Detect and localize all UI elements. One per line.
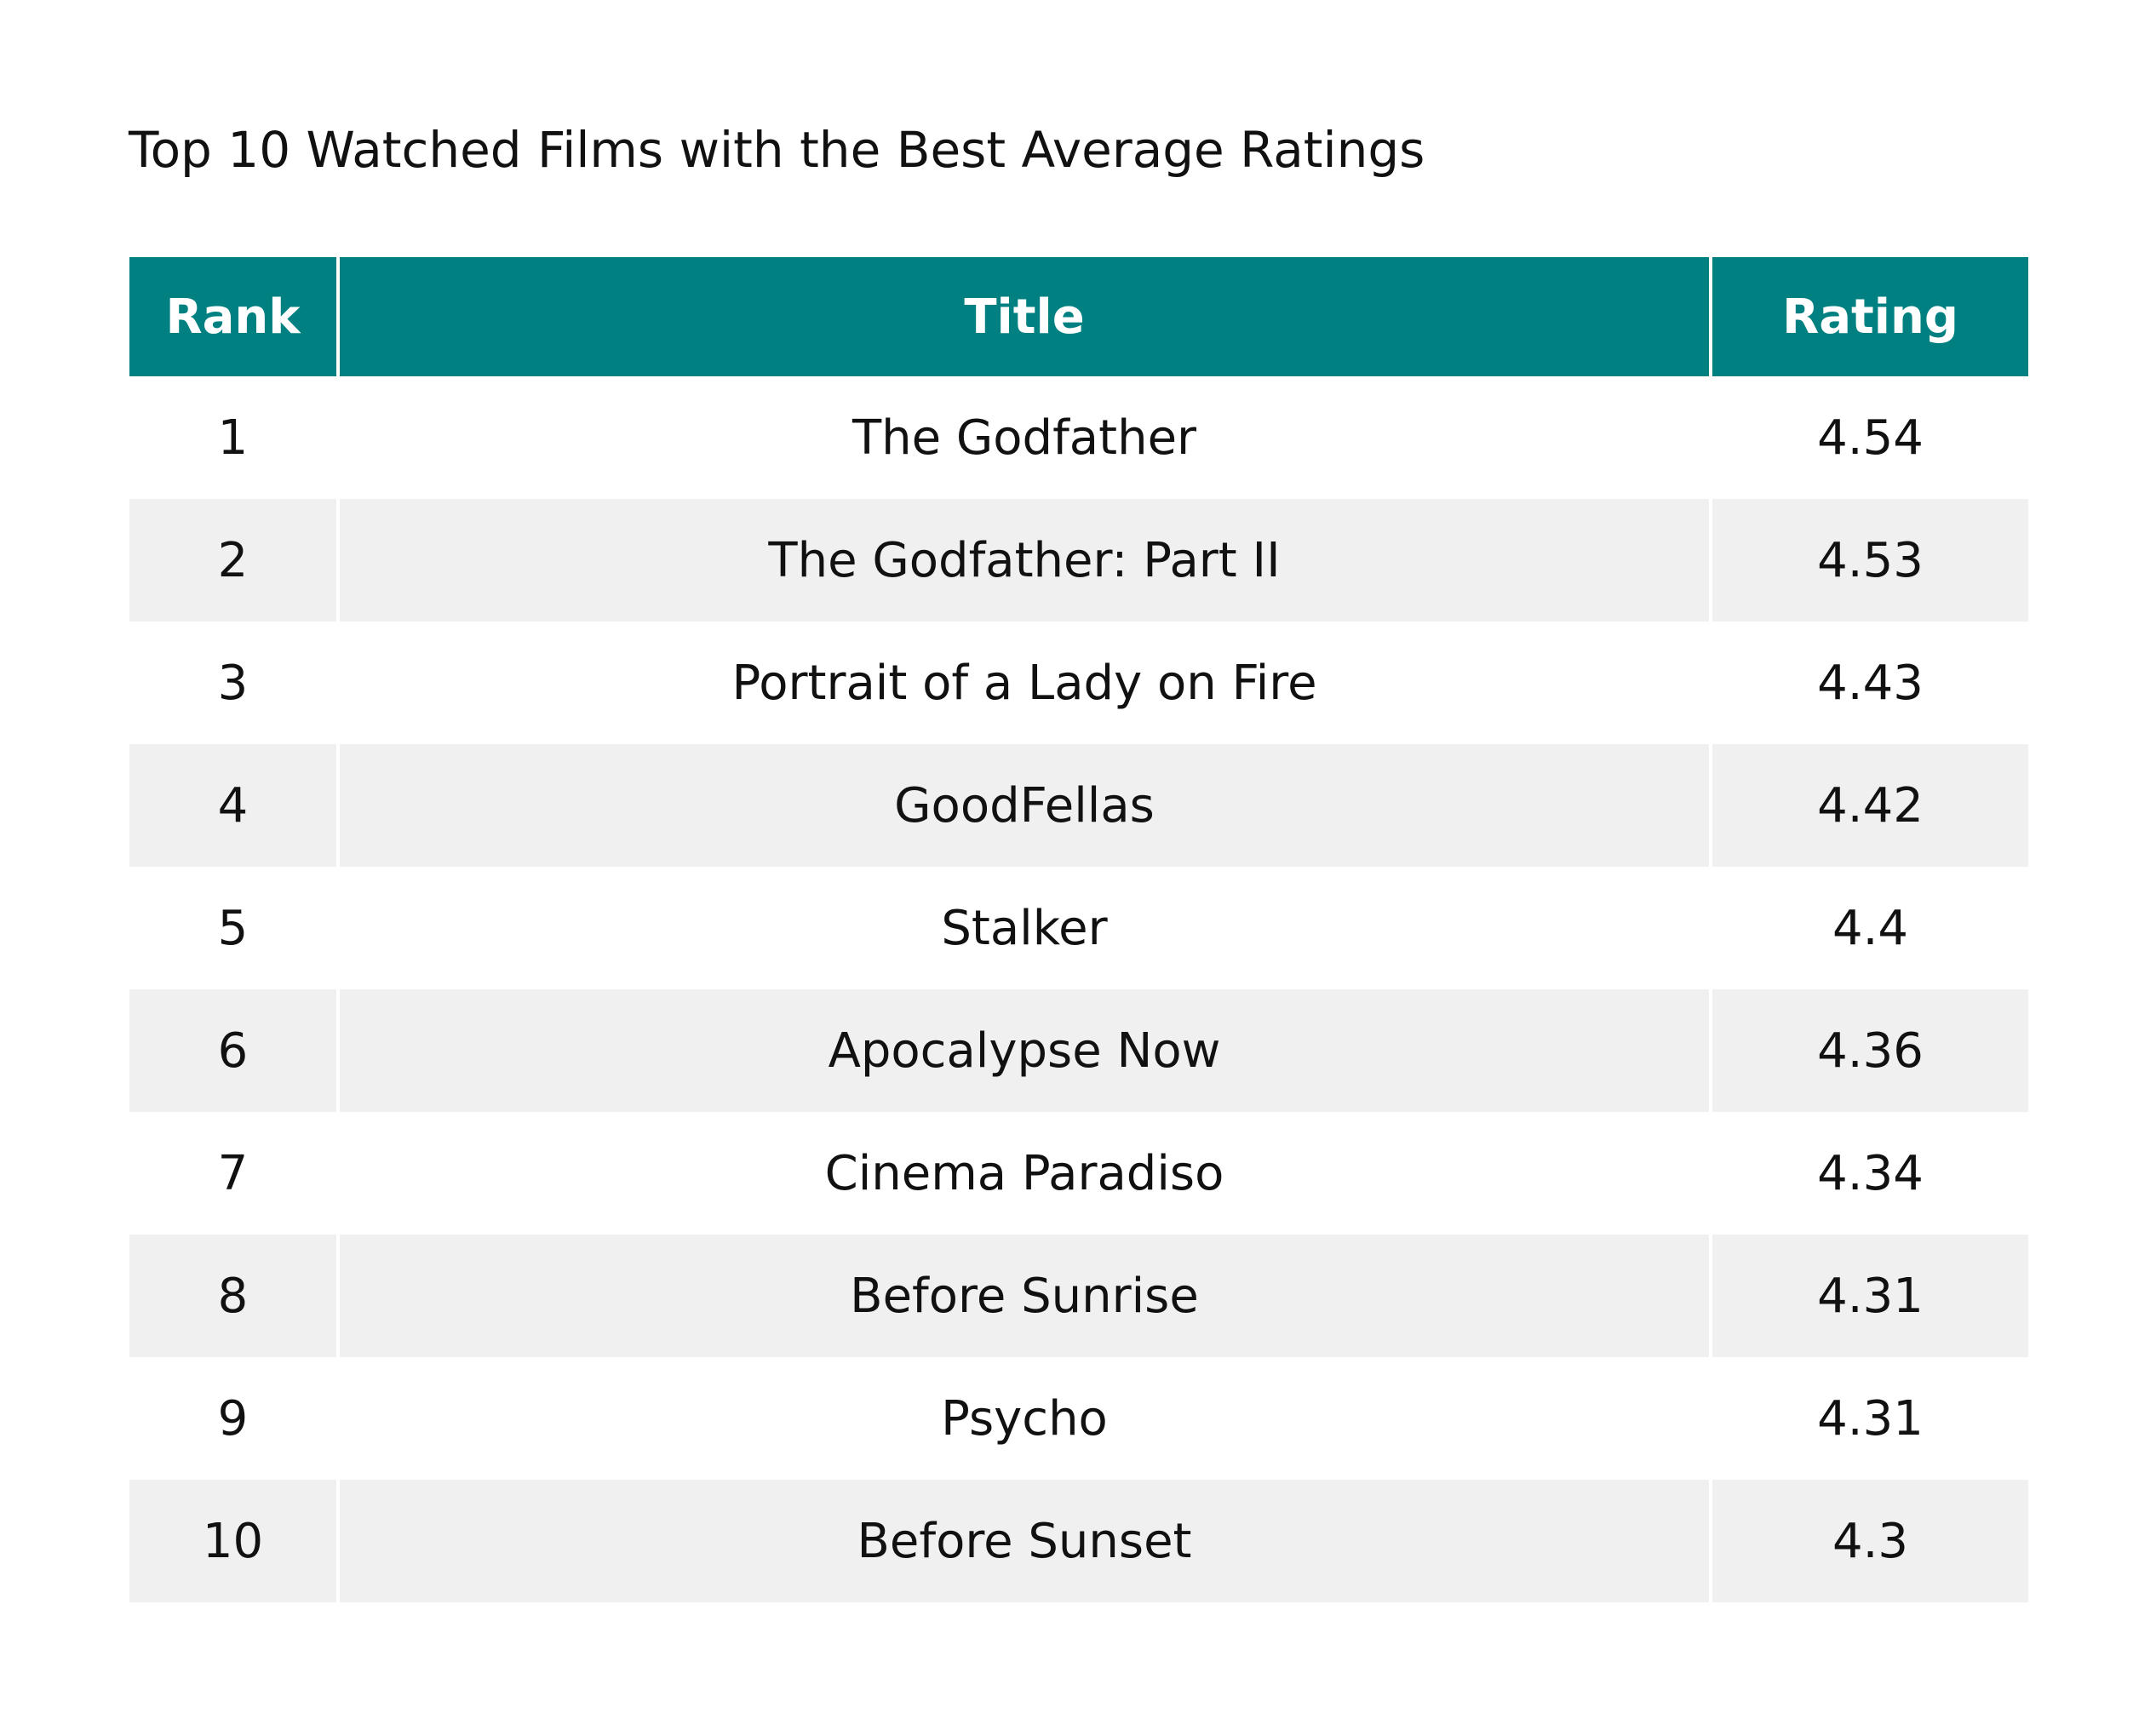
title-cell: Cinema Paradiso — [336, 1112, 1711, 1235]
title-cell: Psycho — [336, 1357, 1711, 1480]
header-row: Rank Title Rating — [129, 257, 2028, 376]
title-cell: The Godfather — [336, 376, 1711, 499]
table-row: 2 The Godfather: Part II 4.53 — [129, 499, 2028, 622]
column-header-rank: Rank — [129, 257, 338, 376]
rank-cell: 1 — [129, 376, 338, 499]
rank-cell: 3 — [129, 622, 338, 744]
table-row: 5 Stalker 4.4 — [129, 867, 2028, 989]
title-cell: Before Sunset — [336, 1480, 1711, 1602]
table-row: 9 Psycho 4.31 — [129, 1357, 2028, 1480]
rating-cell: 4.54 — [1709, 376, 2028, 499]
page-title: Top 10 Watched Films with the Best Avera… — [129, 121, 1425, 179]
table-row: 4 GoodFellas 4.42 — [129, 744, 2028, 867]
title-cell: The Godfather: Part II — [336, 499, 1711, 622]
table-row: 7 Cinema Paradiso 4.34 — [129, 1112, 2028, 1235]
title-cell: Stalker — [336, 867, 1711, 989]
rank-cell: 10 — [129, 1480, 338, 1602]
rating-cell: 4.4 — [1709, 867, 2028, 989]
rank-cell: 7 — [129, 1112, 338, 1235]
column-header-rating: Rating — [1709, 257, 2028, 376]
table-row: 10 Before Sunset 4.3 — [129, 1480, 2028, 1602]
rating-cell: 4.3 — [1709, 1480, 2028, 1602]
rank-cell: 2 — [129, 499, 338, 622]
title-cell: Before Sunrise — [336, 1235, 1711, 1357]
rating-cell: 4.43 — [1709, 622, 2028, 744]
title-cell: Apocalypse Now — [336, 989, 1711, 1112]
rank-cell: 6 — [129, 989, 338, 1112]
rating-cell: 4.31 — [1709, 1357, 2028, 1480]
column-header-title: Title — [336, 257, 1711, 376]
table-row: 1 The Godfather 4.54 — [129, 376, 2028, 499]
table-body: 1 The Godfather 4.54 2 The Godfather: Part I… — [129, 376, 2028, 1602]
title-cell: Portrait of a Lady on Fire — [336, 622, 1711, 744]
rating-cell: 4.36 — [1709, 989, 2028, 1112]
table-row: 3 Portrait of a Lady on Fire 4.43 — [129, 622, 2028, 744]
rank-cell: 4 — [129, 744, 338, 867]
table-header: Rank Title Rating — [129, 257, 2028, 376]
ratings-table: Rank Title Rating 1 The Godfather 4.54 2 The… — [129, 257, 2028, 1602]
title-cell: GoodFellas — [336, 744, 1711, 867]
table-row: 8 Before Sunrise 4.31 — [129, 1235, 2028, 1357]
rating-cell: 4.42 — [1709, 744, 2028, 867]
rank-cell: 5 — [129, 867, 338, 989]
rating-cell: 4.31 — [1709, 1235, 2028, 1357]
table-row: 6 Apocalypse Now 4.36 — [129, 989, 2028, 1112]
rank-cell: 8 — [129, 1235, 338, 1357]
rating-cell: 4.53 — [1709, 499, 2028, 622]
rating-cell: 4.34 — [1709, 1112, 2028, 1235]
rank-cell: 9 — [129, 1357, 338, 1480]
